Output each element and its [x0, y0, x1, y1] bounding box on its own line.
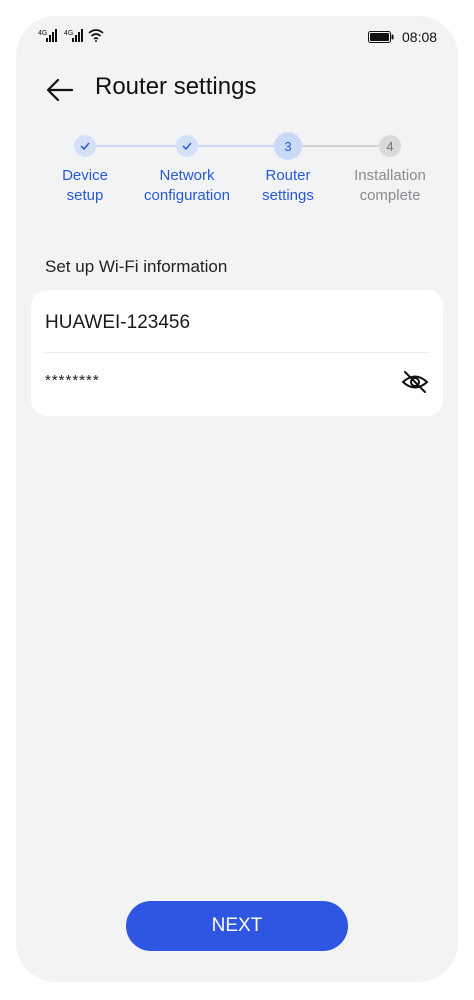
wifi-icon [88, 29, 104, 42]
next-button[interactable]: NEXT [126, 901, 348, 951]
step-2-check-icon [176, 135, 198, 157]
phone-screen: 4G 4G 08:08 Router settings 3 4 Device s… [16, 16, 458, 982]
eye-hidden-icon[interactable] [401, 368, 429, 396]
step-label-installation-complete: Installation complete [354, 167, 426, 204]
wifi-info-card: HUAWEI-123456 ******** [31, 290, 443, 416]
step-label-device-setup: Device setup [62, 167, 108, 204]
step-connector [96, 145, 178, 147]
step-4-indicator: 4 [379, 135, 401, 157]
cellular-signal-icon: 4G [38, 29, 57, 42]
svg-text:4G: 4G [38, 30, 47, 37]
page-title: Router settings [95, 73, 257, 100]
step-connector [198, 145, 276, 147]
battery-icon [368, 31, 394, 43]
step-3-indicator: 3 [274, 132, 302, 160]
back-arrow-icon[interactable] [44, 74, 76, 106]
cellular-signal-icon: 4G [64, 29, 83, 42]
svg-text:4G: 4G [64, 30, 73, 37]
step-label-router-settings: Router settings [262, 167, 314, 204]
progress-stepper: 3 4 Device setup Network configuration R… [16, 130, 458, 230]
step-label-network-configuration: Network configuration [144, 167, 230, 204]
divider [45, 352, 429, 353]
status-time: 08:08 [402, 29, 438, 45]
step-1-check-icon [74, 135, 96, 157]
status-bar: 4G 4G 08:08 [16, 16, 458, 60]
step-connector [302, 145, 379, 147]
section-title: Set up Wi-Fi information [45, 257, 228, 276]
wifi-password-field[interactable]: ******** [45, 372, 100, 389]
wifi-name-field[interactable]: HUAWEI-123456 [45, 312, 190, 334]
